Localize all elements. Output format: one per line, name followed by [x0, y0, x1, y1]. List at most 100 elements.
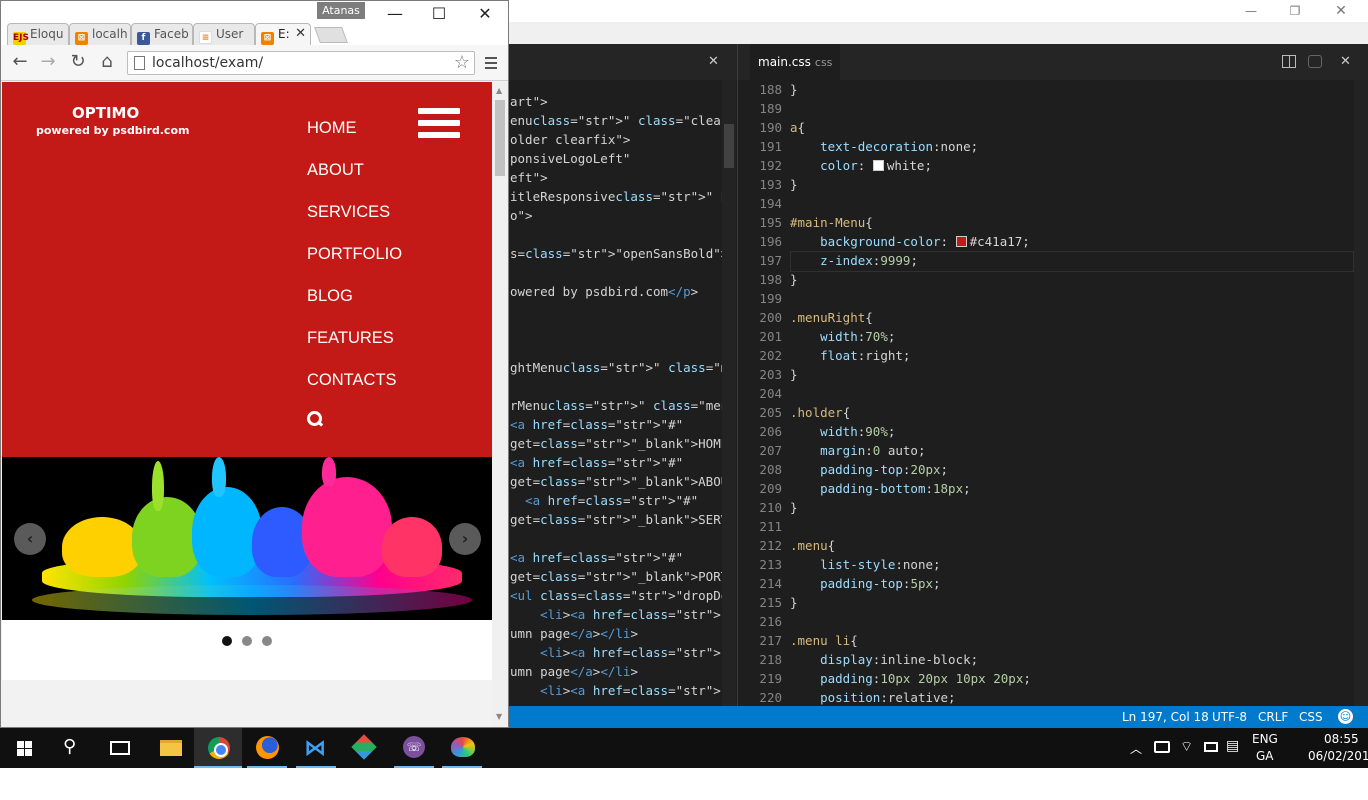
- close-editor-icon[interactable]: ✕: [1340, 54, 1351, 69]
- code-line: 206 width:90%;: [738, 422, 1354, 441]
- new-tab-button[interactable]: [314, 27, 348, 43]
- hamburger-menu-icon[interactable]: [418, 108, 460, 142]
- clock-time[interactable]: 08:55: [1324, 732, 1359, 746]
- code-line: 195 #main-Menu{: [738, 213, 1354, 232]
- close-editor-icon[interactable]: ✕: [708, 54, 719, 69]
- address-bar[interactable]: localhost/exam/ ☆: [127, 51, 475, 75]
- clock-date[interactable]: 06/02/2016: [1308, 749, 1368, 763]
- language-top[interactable]: ENG: [1252, 732, 1278, 746]
- line-number: 193: [759, 177, 782, 192]
- feedback-smiley-icon[interactable]: ☺: [1338, 709, 1353, 724]
- code-line: 196 background-color: #c41a17;: [738, 232, 1354, 251]
- right-scrollbar[interactable]: [1354, 80, 1368, 706]
- code-line: <li><a href=class="str">"#": [540, 607, 722, 622]
- line-number: 203: [759, 367, 782, 382]
- slider-dot-2[interactable]: [242, 636, 252, 646]
- comment-icon[interactable]: ▤: [1226, 738, 1239, 754]
- slider-dot-1[interactable]: [222, 636, 232, 646]
- line-number: 215: [759, 595, 782, 610]
- nav-link-about[interactable]: ABOUT: [307, 161, 364, 179]
- task-view-icon: [110, 741, 130, 755]
- line-text: }: [790, 272, 798, 287]
- line-number: 199: [759, 291, 782, 306]
- line-text: padding:10px 20px 10px 20px;: [820, 671, 1031, 686]
- line-number: 218: [759, 652, 782, 667]
- color-swatch[interactable]: [955, 236, 967, 247]
- paint-taskbar-button[interactable]: [438, 728, 486, 768]
- code-line: art">: [510, 94, 548, 109]
- nav-link-blog[interactable]: BLOG: [307, 287, 353, 305]
- code-line: 188}: [738, 80, 1354, 99]
- reload-icon[interactable]: ↻: [67, 51, 89, 73]
- line-text: color: white;: [820, 158, 932, 173]
- battery-icon[interactable]: [1204, 742, 1218, 752]
- left-code-pane[interactable]: art"> enuclass="str">" class="clearfix"> o…: [508, 80, 722, 706]
- chrome-menu-icon[interactable]: [485, 57, 497, 69]
- chevron-up-icon[interactable]: ︿: [1130, 740, 1142, 757]
- slider-dot-3[interactable]: [262, 636, 272, 646]
- nav-link-home[interactable]: HOME: [307, 119, 357, 137]
- xampp-icon: ⊠: [261, 32, 274, 45]
- nav-link-portfolio[interactable]: PORTFOLIO: [307, 245, 402, 263]
- close-button[interactable]: ✕: [1318, 0, 1364, 22]
- logo-title[interactable]: OPTIMO: [72, 104, 139, 122]
- search-icon[interactable]: [307, 411, 323, 427]
- language-indicator[interactable]: CSS: [1299, 710, 1323, 724]
- eol-indicator[interactable]: CRLF: [1258, 710, 1288, 724]
- nav-link-features[interactable]: FEATURES: [307, 329, 394, 347]
- color-swatch[interactable]: [872, 160, 884, 171]
- nav-link-contacts[interactable]: CONTACTS: [307, 371, 397, 389]
- file-tab-lang: css: [814, 56, 833, 69]
- wifi-icon[interactable]: ⌔: [1180, 738, 1193, 756]
- line-text: .menu li{: [790, 633, 858, 648]
- back-icon[interactable]: ←: [9, 51, 31, 73]
- start-button[interactable]: [0, 728, 48, 768]
- nav-link-services[interactable]: SERVICES: [307, 203, 390, 221]
- search-button[interactable]: ⚲: [48, 728, 96, 768]
- viber-taskbar-button[interactable]: ☏: [390, 728, 438, 768]
- left-scrollbar[interactable]: [722, 80, 736, 706]
- slider-prev-button[interactable]: ‹: [14, 523, 46, 555]
- task-view-button[interactable]: [96, 728, 144, 768]
- home-icon[interactable]: ⌂: [96, 51, 118, 73]
- chrome-taskbar-button[interactable]: [194, 728, 242, 768]
- tab-exam-active[interactable]: ⊠ E: ✕: [255, 23, 311, 45]
- code-line: 217 .menu li{: [738, 631, 1354, 650]
- search-icon: ⚲: [63, 736, 77, 757]
- line-number: 213: [759, 557, 782, 572]
- line-number: 211: [759, 519, 782, 534]
- maximize-button[interactable]: ❐: [1272, 0, 1318, 22]
- slider-next-button[interactable]: ›: [449, 523, 481, 555]
- line-text: }: [790, 367, 798, 382]
- vscode-taskbar-button[interactable]: ⋈: [292, 728, 340, 768]
- split-editor-icon[interactable]: [1282, 55, 1296, 68]
- open-changes-icon[interactable]: [1308, 55, 1322, 68]
- network-adapter-icon[interactable]: [1154, 741, 1170, 753]
- bookmark-star-icon[interactable]: ☆: [454, 52, 470, 73]
- right-editor-tabbar: main.css css ✕: [738, 44, 1368, 80]
- page-scrollbar[interactable]: ▲ ▼: [492, 82, 508, 727]
- tab-user[interactable]: ≡ User: [193, 23, 255, 45]
- file-tab-main-css[interactable]: main.css css: [750, 44, 841, 80]
- tab-eloquent[interactable]: EJSEloqu: [7, 23, 69, 45]
- forward-icon[interactable]: →: [37, 51, 59, 73]
- tab-localhost[interactable]: ⊠ localh: [69, 23, 131, 45]
- file-explorer-button[interactable]: [146, 728, 194, 768]
- code-line: o">: [510, 208, 533, 223]
- profile-badge[interactable]: Atanas: [317, 2, 365, 19]
- encoding-indicator[interactable]: UTF-8: [1212, 710, 1247, 724]
- git-client-button[interactable]: [341, 728, 389, 768]
- language-bottom[interactable]: GA: [1256, 749, 1274, 763]
- right-code-pane[interactable]: 188} 189 190 a{191 text-decoration:none; 192…: [738, 80, 1354, 706]
- firefox-taskbar-button[interactable]: [243, 728, 291, 768]
- chrome-titlebar: Atanas — ☐ ✕: [1, 1, 508, 23]
- tab-facebook[interactable]: f Faceb: [131, 23, 193, 45]
- minimize-button[interactable]: —: [1228, 0, 1274, 22]
- tab-close-icon[interactable]: ✕: [295, 24, 306, 44]
- nav-item-blog: BLOG: [307, 286, 402, 328]
- cursor-position[interactable]: Ln 197, Col 18: [1122, 710, 1209, 724]
- code-line: <a href=class="str">"#": [525, 493, 699, 508]
